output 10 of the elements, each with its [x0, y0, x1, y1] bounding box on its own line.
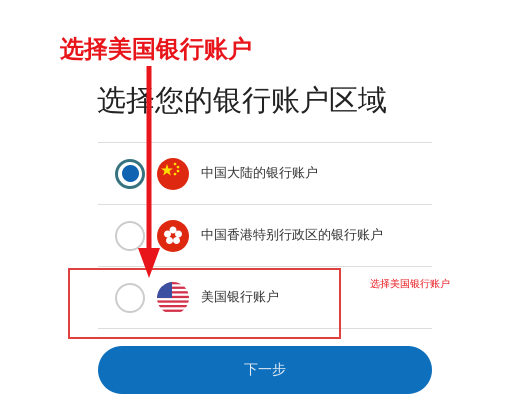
flag-icon — [157, 158, 189, 190]
option-label[interactable]: 美国银行账户 — [201, 288, 279, 308]
next-button[interactable]: 下一步 — [98, 346, 432, 394]
option-label[interactable]: 中国大陆的银行账户 — [201, 164, 318, 184]
annotation-note: 选择美国银行账户 — [370, 278, 450, 292]
radio-button[interactable] — [115, 158, 145, 188]
flag-icon — [157, 282, 189, 314]
annotation-label: 选择美国银行账户 — [60, 34, 252, 64]
flag-icon — [157, 220, 189, 252]
option-label[interactable]: 中国香港特别行政区的银行账户 — [201, 226, 383, 246]
